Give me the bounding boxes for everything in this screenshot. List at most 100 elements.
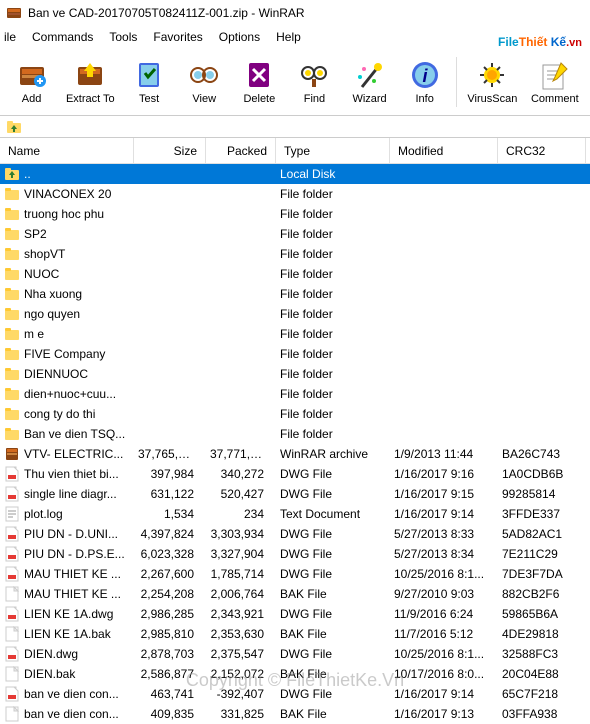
extract-button[interactable]: Extract To bbox=[59, 52, 121, 112]
table-row[interactable]: truong hoc phuFile folder bbox=[0, 204, 590, 224]
table-row[interactable]: dien+nuoc+cuu...File folder bbox=[0, 384, 590, 404]
cell-crc: 7DE3F7DA bbox=[498, 567, 586, 581]
cell-packed: 520,427 bbox=[206, 487, 276, 501]
cell-name: .. bbox=[0, 166, 134, 182]
cell-name: LIEN KE 1A.bak bbox=[0, 626, 134, 642]
cell-name: Ban ve dien TSQ... bbox=[0, 426, 134, 442]
cell-size: 631,122 bbox=[134, 487, 206, 501]
virusscan-button[interactable]: VirusScan bbox=[461, 52, 523, 112]
cell-type: Text Document bbox=[276, 507, 390, 521]
virusscan-icon bbox=[476, 59, 508, 91]
cell-type: WinRAR archive bbox=[276, 447, 390, 461]
table-row[interactable]: DIEN.bak2,586,8772,152,072BAK File10/17/… bbox=[0, 664, 590, 684]
cell-name: shopVT bbox=[0, 246, 134, 262]
cell-modified: 1/16/2017 9:14 bbox=[390, 507, 498, 521]
cell-modified: 1/16/2017 9:14 bbox=[390, 687, 498, 701]
table-row[interactable]: m eFile folder bbox=[0, 324, 590, 344]
cell-name: cong ty do thi bbox=[0, 406, 134, 422]
table-row[interactable]: .. Local Disk bbox=[0, 164, 590, 184]
cell-crc: 5AD82AC1 bbox=[498, 527, 586, 541]
delete-button[interactable]: Delete bbox=[232, 52, 287, 112]
table-row[interactable]: FIVE CompanyFile folder bbox=[0, 344, 590, 364]
header-packed[interactable]: Packed bbox=[206, 138, 276, 163]
toolbar-separator bbox=[456, 57, 457, 107]
table-row[interactable]: PIU DN - D.PS.E...6,023,3283,327,904DWG … bbox=[0, 544, 590, 564]
menu-options[interactable]: Options bbox=[219, 30, 260, 44]
menu-tools[interactable]: Tools bbox=[109, 30, 137, 44]
wizard-button[interactable]: Wizard bbox=[342, 52, 397, 112]
cell-crc: 882CB2F6 bbox=[498, 587, 586, 601]
header-name[interactable]: Name bbox=[0, 138, 134, 163]
cell-size: 2,254,208 bbox=[134, 587, 206, 601]
find-button[interactable]: Find bbox=[287, 52, 342, 112]
table-row[interactable]: NUOCFile folder bbox=[0, 264, 590, 284]
test-button[interactable]: Test bbox=[122, 52, 177, 112]
table-row[interactable]: VINACONEX 20File folder bbox=[0, 184, 590, 204]
toolbar: Add Extract To Test View Delete Find Wiz… bbox=[0, 48, 590, 116]
cell-type: BAK File bbox=[276, 587, 390, 601]
table-row[interactable]: SP2File folder bbox=[0, 224, 590, 244]
table-row[interactable]: LIEN KE 1A.dwg2,986,2852,343,921DWG File… bbox=[0, 604, 590, 624]
cell-name: ban ve dien con... bbox=[0, 686, 134, 702]
cell-packed: 2,375,547 bbox=[206, 647, 276, 661]
header-crc[interactable]: CRC32 bbox=[498, 138, 586, 163]
cell-packed: 234 bbox=[206, 507, 276, 521]
cell-name: PIU DN - D.UNI... bbox=[0, 526, 134, 542]
file-list[interactable]: ..Local DiskVINACONEX 20File foldertruon… bbox=[0, 164, 590, 724]
table-row[interactable]: DIENNUOCFile folder bbox=[0, 364, 590, 384]
cell-size: 1,534 bbox=[134, 507, 206, 521]
table-row[interactable]: ngo quyenFile folder bbox=[0, 304, 590, 324]
cell-size: 409,835 bbox=[134, 707, 206, 721]
table-row[interactable]: Ban ve dien TSQ...File folder bbox=[0, 424, 590, 444]
table-row[interactable]: Thu vien thiet bi...397,984340,272DWG Fi… bbox=[0, 464, 590, 484]
view-button[interactable]: View bbox=[177, 52, 232, 112]
cell-crc: 4DE29818 bbox=[498, 627, 586, 641]
header-type[interactable]: Type bbox=[276, 138, 390, 163]
table-row[interactable]: Nha xuongFile folder bbox=[0, 284, 590, 304]
cell-modified: 1/16/2017 9:15 bbox=[390, 487, 498, 501]
cell-name: truong hoc phu bbox=[0, 206, 134, 222]
menu-favorites[interactable]: Favorites bbox=[153, 30, 202, 44]
cell-type: BAK File bbox=[276, 667, 390, 681]
menu-file[interactable]: ile bbox=[4, 30, 16, 44]
cell-type: DWG File bbox=[276, 567, 390, 581]
address-bar[interactable] bbox=[0, 116, 590, 138]
cell-name: PIU DN - D.PS.E... bbox=[0, 546, 134, 562]
cell-crc: 1A0CDB6B bbox=[498, 467, 586, 481]
table-row[interactable]: MAU THIET KE ...2,267,6001,785,714DWG Fi… bbox=[0, 564, 590, 584]
wizard-icon bbox=[354, 59, 386, 91]
cell-type: DWG File bbox=[276, 607, 390, 621]
add-button[interactable]: Add bbox=[4, 52, 59, 112]
comment-button[interactable]: Comment bbox=[524, 52, 586, 112]
header-size[interactable]: Size bbox=[134, 138, 206, 163]
table-row[interactable]: ban ve dien con...463,741-392,407DWG Fil… bbox=[0, 684, 590, 704]
table-row[interactable]: single line diagr...631,122520,427DWG Fi… bbox=[0, 484, 590, 504]
table-row[interactable]: shopVT File folder bbox=[0, 244, 590, 264]
cell-size: 397,984 bbox=[134, 467, 206, 481]
header-modified[interactable]: Modified bbox=[390, 138, 498, 163]
cell-crc: 20C04E88 bbox=[498, 667, 586, 681]
table-row[interactable]: MAU THIET KE ...2,254,2082,006,764BAK Fi… bbox=[0, 584, 590, 604]
cell-size: 37,765,751 bbox=[134, 447, 206, 461]
table-row[interactable]: VTV- ELECTRIC...37,765,75137,771,516WinR… bbox=[0, 444, 590, 464]
info-button[interactable]: i Info bbox=[397, 52, 452, 112]
view-icon bbox=[188, 59, 220, 91]
add-icon bbox=[16, 59, 48, 91]
table-row[interactable]: LIEN KE 1A.bak2,985,8102,353,630BAK File… bbox=[0, 624, 590, 644]
cell-type: DWG File bbox=[276, 687, 390, 701]
cell-packed: 2,152,072 bbox=[206, 667, 276, 681]
window-title: Ban ve CAD-20170705T082411Z-001.zip - Wi… bbox=[28, 6, 305, 20]
table-row[interactable]: PIU DN - D.UNI...4,397,8243,303,934DWG F… bbox=[0, 524, 590, 544]
cell-packed: -392,407 bbox=[206, 687, 276, 701]
cell-packed: 3,327,904 bbox=[206, 547, 276, 561]
cell-packed: 331,825 bbox=[206, 707, 276, 721]
table-row[interactable]: cong ty do thiFile folder bbox=[0, 404, 590, 424]
table-row[interactable]: DIEN.dwg2,878,7032,375,547DWG File10/25/… bbox=[0, 644, 590, 664]
menu-help[interactable]: Help bbox=[276, 30, 301, 44]
cell-type: Local Disk bbox=[276, 167, 390, 181]
table-row[interactable]: plot.log1,534234Text Document1/16/2017 9… bbox=[0, 504, 590, 524]
menu-commands[interactable]: Commands bbox=[32, 30, 93, 44]
cell-modified: 5/27/2013 8:33 bbox=[390, 527, 498, 541]
cell-type: File folder bbox=[276, 247, 390, 261]
table-row[interactable]: ban ve dien con...409,835331,825BAK File… bbox=[0, 704, 590, 724]
